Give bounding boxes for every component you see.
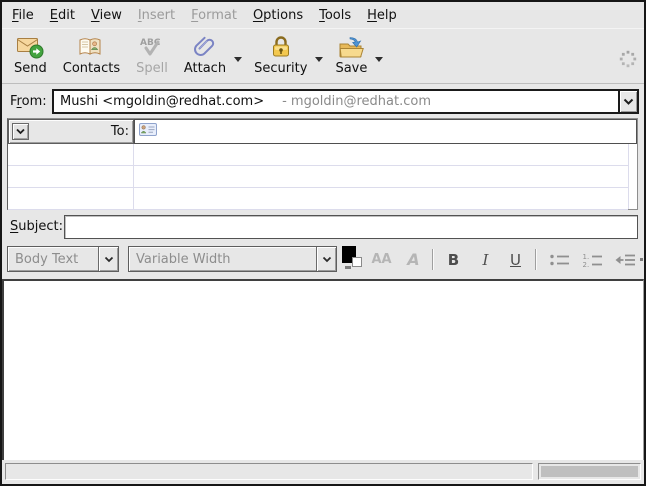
security-button[interactable]: Security	[246, 31, 315, 77]
outdent-button[interactable]	[612, 246, 639, 273]
to-entry-cell[interactable]	[134, 119, 637, 144]
font-name-select[interactable]: Variable Width	[128, 246, 337, 272]
send-icon	[16, 33, 44, 60]
main-toolbar: Send Contacts ABC	[2, 28, 644, 84]
recipients-table: To:	[7, 118, 638, 210]
numbered-list-button[interactable]: 1. 2.	[579, 246, 606, 273]
spell-check-icon: ABC	[137, 33, 167, 60]
save-draft-icon	[337, 33, 365, 60]
to-type-dropdown-button[interactable]	[12, 123, 29, 140]
spell-label: Spell	[136, 61, 168, 76]
chevron-down-icon	[623, 98, 634, 106]
statusbar	[2, 460, 644, 484]
from-label: From:	[10, 89, 47, 114]
menu-insert[interactable]: Insert	[138, 8, 175, 23]
save-button[interactable]: Save	[327, 31, 375, 77]
from-dropdown-button[interactable]	[618, 91, 637, 112]
recipient-row	[8, 188, 628, 210]
attach-icon	[192, 33, 218, 60]
save-label: Save	[335, 61, 367, 76]
decrease-font-size-button[interactable]: AA	[368, 246, 395, 273]
menu-edit[interactable]: Edit	[50, 8, 75, 23]
toolbar-separator	[432, 249, 434, 270]
spell-button[interactable]: ABC Spell	[128, 31, 176, 77]
menu-options[interactable]: Options	[253, 8, 303, 23]
compose-mail-window: File Edit View Insert Format Options Too…	[0, 0, 646, 486]
paragraph-style-value: Body Text	[8, 252, 98, 267]
send-label: Send	[14, 61, 47, 76]
security-label: Security	[254, 61, 307, 76]
menu-tools[interactable]: Tools	[319, 8, 351, 23]
menubar: File Edit View Insert Format Options Too…	[2, 2, 644, 28]
progress-bar-fill	[541, 466, 638, 477]
attach-dropdown-arrow-icon[interactable]	[234, 57, 242, 62]
to-field-type-button[interactable]: To:	[8, 119, 134, 144]
attach-button[interactable]: Attach	[176, 31, 234, 77]
paragraph-style-dropdown-button[interactable]	[98, 247, 118, 271]
bold-button[interactable]: B	[440, 246, 467, 273]
status-message-panel	[5, 463, 533, 480]
vcard-contact-icon	[139, 123, 157, 140]
format-toolbar: Body Text Variable Width AA A B I U	[2, 242, 644, 278]
bullet-list-button[interactable]	[546, 246, 573, 273]
recipient-empty-rows	[8, 144, 629, 209]
color-picker-handle	[345, 266, 351, 269]
font-name-value: Variable Width	[129, 252, 316, 267]
to-input[interactable]	[161, 120, 636, 143]
save-dropdown-arrow-icon[interactable]	[375, 57, 383, 62]
attach-label: Attach	[184, 61, 226, 76]
recipient-row	[8, 144, 628, 166]
font-name-dropdown-button[interactable]	[316, 247, 336, 271]
contacts-icon	[77, 33, 105, 60]
menu-format[interactable]: Format	[191, 8, 237, 23]
menu-view[interactable]: View	[91, 8, 122, 23]
from-account-value: Mushi <mgoldin@redhat.com>	[54, 94, 264, 109]
underline-button[interactable]: U	[502, 246, 529, 273]
contacts-label: Contacts	[63, 61, 120, 76]
font-color-picker[interactable]	[342, 245, 364, 273]
security-lock-icon	[269, 33, 293, 60]
activity-throbber-icon	[618, 49, 638, 73]
svg-text:1.: 1.	[582, 252, 589, 260]
toolbar-overflow-indicator	[640, 258, 643, 261]
svg-text:2.: 2.	[582, 260, 589, 267]
increase-font-size-button[interactable]: A	[400, 246, 427, 273]
numbered-list-icon: 1. 2.	[582, 252, 604, 268]
chevron-down-icon	[322, 256, 332, 263]
subject-label: Subject:	[10, 215, 63, 239]
subject-input[interactable]	[64, 215, 638, 239]
security-dropdown-arrow-icon[interactable]	[315, 57, 323, 62]
background-color-swatch	[352, 257, 362, 267]
progress-bar	[538, 463, 641, 480]
menu-help[interactable]: Help	[367, 8, 397, 23]
outdent-icon	[615, 252, 637, 268]
recipient-row	[8, 166, 628, 188]
paragraph-style-select[interactable]: Body Text	[7, 246, 119, 272]
italic-button[interactable]: I	[472, 246, 499, 273]
bullet-list-icon	[549, 252, 571, 268]
from-account-email: - mgoldin@redhat.com	[282, 94, 431, 109]
to-label: To:	[29, 124, 129, 139]
send-button[interactable]: Send	[6, 31, 55, 77]
message-body-input[interactable]	[4, 281, 643, 460]
message-body-area	[2, 279, 644, 460]
chevron-down-icon	[104, 256, 114, 263]
from-account-select[interactable]: Mushi <mgoldin@redhat.com> - mgoldin@red…	[52, 89, 639, 114]
chevron-down-icon	[16, 128, 25, 135]
menu-file[interactable]: File	[12, 8, 34, 23]
toolbar-separator	[535, 249, 537, 270]
contacts-button[interactable]: Contacts	[55, 31, 128, 77]
